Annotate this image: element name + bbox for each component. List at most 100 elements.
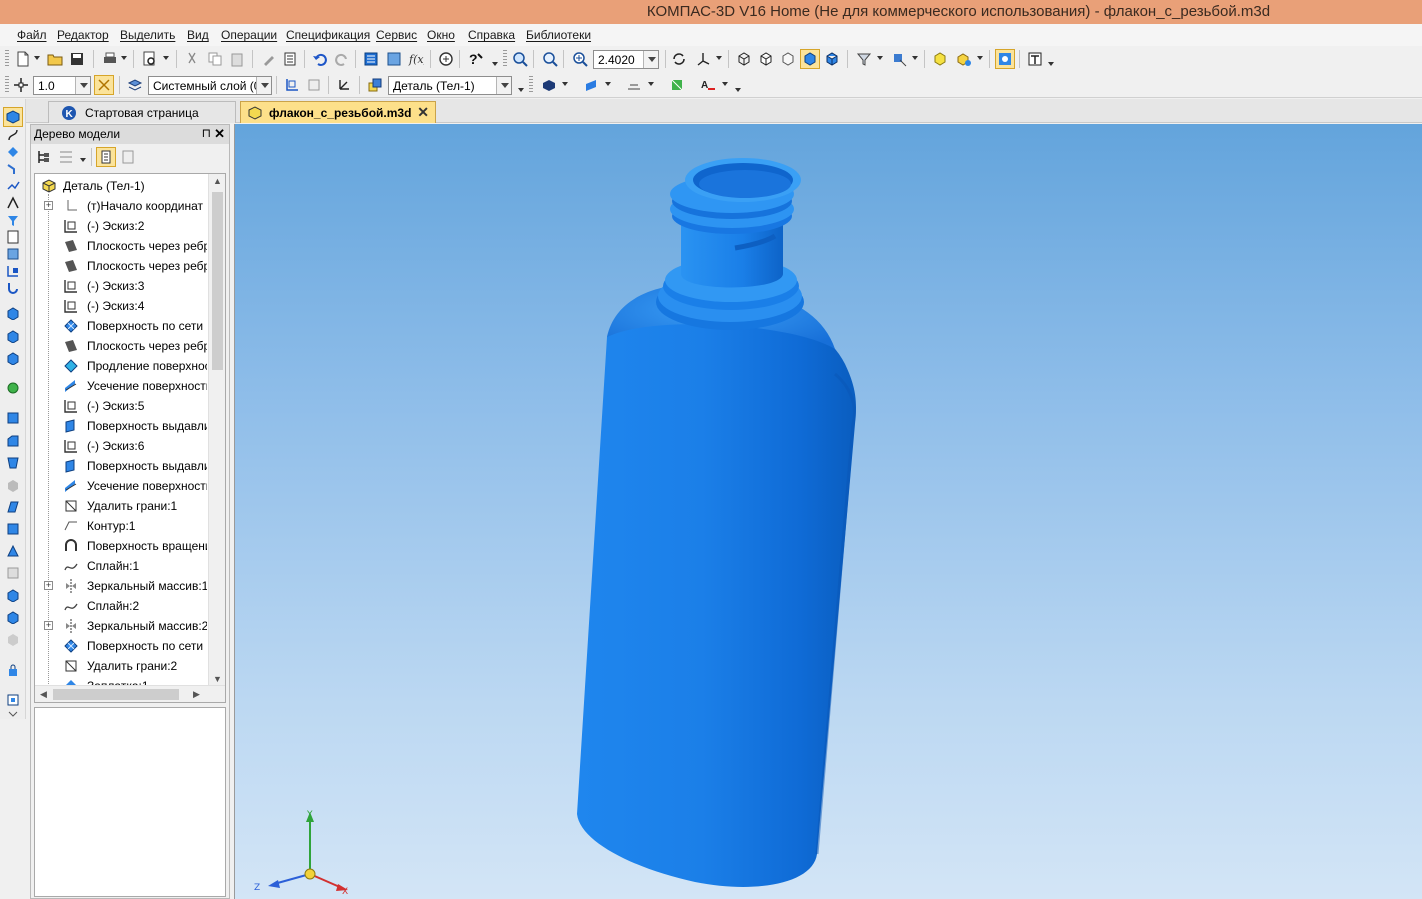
expand-icon[interactable]: +	[44, 581, 53, 590]
tree-item[interactable]: Поверхность по сети кривых	[35, 636, 207, 656]
tree-item[interactable]: Поверхность выдавливания	[35, 456, 207, 476]
snap-icon[interactable]	[890, 50, 908, 68]
edit-in-place-icon[interactable]	[305, 76, 323, 94]
tree-filter-icon[interactable]	[57, 148, 75, 166]
tree-item[interactable]: Поверхность выдавливания	[35, 416, 207, 436]
print-icon[interactable]	[101, 50, 119, 68]
undo-icon[interactable]	[311, 50, 329, 68]
properties-icon[interactable]	[281, 50, 299, 68]
measure-icon[interactable]	[4, 211, 22, 229]
properties-list-icon[interactable]	[625, 76, 643, 94]
step-field[interactable]: 1.0	[33, 76, 91, 95]
tree-list-icon[interactable]	[96, 147, 116, 167]
menu-help[interactable]: Справка	[468, 28, 515, 42]
tree-structure-icon[interactable]	[34, 148, 52, 166]
close-icon[interactable]: ✕	[214, 126, 225, 142]
menu-operations[interactable]: Операции	[221, 28, 277, 42]
pin-icon[interactable]: ⊓	[202, 126, 211, 140]
rotate-icon[interactable]	[670, 50, 688, 68]
chevron-down-icon[interactable]	[256, 77, 271, 94]
tree-item[interactable]: (-) Эскиз:6	[35, 436, 207, 456]
lock-icon[interactable]	[4, 661, 22, 679]
more-arrow-icon[interactable]	[4, 711, 22, 719]
bend-icon[interactable]	[4, 279, 22, 297]
model-viewport[interactable]: Y X Z	[234, 124, 1422, 899]
tree-item[interactable]: (-) Эскиз:4	[35, 296, 207, 316]
tab-start-page[interactable]: K Стартовая страница	[48, 101, 236, 123]
tree-item[interactable]: Контур:1	[35, 516, 207, 536]
mcc-icon[interactable]	[668, 76, 686, 94]
grid-snap-icon[interactable]	[94, 75, 114, 95]
material-icon[interactable]	[583, 76, 601, 94]
boolean-icon[interactable]	[4, 586, 22, 604]
tree-item[interactable]: Усечение поверхности	[35, 476, 207, 496]
edit-details-icon[interactable]	[3, 107, 23, 127]
scroll-down-icon[interactable]: ▼	[213, 674, 222, 684]
zoom-icon[interactable]	[571, 50, 589, 68]
view-manager-icon[interactable]	[995, 49, 1015, 69]
filter-icon[interactable]	[855, 50, 873, 68]
orientation-icon[interactable]	[694, 50, 712, 68]
tree-item[interactable]: + (т)Начало координат	[35, 196, 207, 216]
print-preview-icon[interactable]	[141, 50, 159, 68]
revolve-icon[interactable]	[4, 327, 22, 345]
tree-item[interactable]: Поверхность вращения	[35, 536, 207, 556]
local-cs-icon[interactable]	[335, 76, 353, 94]
tree-horizontal-scrollbar[interactable]: ◀ ▶	[35, 685, 225, 702]
hidden-lines-icon[interactable]	[757, 50, 775, 68]
hole-icon[interactable]	[4, 454, 22, 472]
libraries-icon[interactable]	[437, 50, 455, 68]
cut-icon[interactable]	[183, 50, 201, 68]
sheet-metal-icon[interactable]	[4, 194, 22, 212]
thread-icon[interactable]	[4, 564, 22, 582]
sketch-mode-icon[interactable]	[283, 76, 301, 94]
settings-icon[interactable]	[1026, 50, 1044, 68]
surfaces-icon[interactable]	[4, 143, 22, 161]
designation-icon[interactable]: A	[699, 76, 717, 94]
scroll-right-icon[interactable]: ▶	[193, 689, 200, 700]
toolbar-grip[interactable]	[529, 76, 533, 94]
loft-icon[interactable]	[4, 379, 22, 397]
tab-document[interactable]: флакон_с_резьбой.m3d ✕	[240, 101, 436, 123]
shaded-edges-icon[interactable]	[823, 50, 841, 68]
scale-icon[interactable]	[4, 630, 22, 648]
tree-item[interactable]: (-) Эскиз:5	[35, 396, 207, 416]
menu-view[interactable]: Вид	[187, 28, 209, 42]
shaded-icon[interactable]	[800, 49, 820, 69]
layer-select[interactable]: Системный слой (0)	[148, 76, 272, 95]
tree-item[interactable]: Удалить грани:2	[35, 656, 207, 676]
auxiliary-geometry-icon[interactable]	[4, 177, 22, 195]
split-icon[interactable]	[4, 608, 22, 626]
shell-icon[interactable]	[4, 498, 22, 516]
rib-icon[interactable]	[4, 476, 22, 494]
tree-vertical-scrollbar[interactable]: ▲ ▼	[208, 174, 225, 686]
thin-hidden-lines-icon[interactable]	[779, 50, 797, 68]
wireframe-icon[interactable]	[735, 50, 753, 68]
menu-file[interactable]: Файл	[17, 28, 47, 42]
toolbar-grip[interactable]	[5, 76, 9, 94]
format-painter-icon[interactable]	[260, 50, 278, 68]
tree-properties-icon[interactable]	[119, 148, 137, 166]
scroll-up-icon[interactable]: ▲	[213, 176, 222, 186]
specification-icon[interactable]	[4, 228, 22, 246]
tree-item[interactable]: + Зеркальный массив:1	[35, 576, 207, 596]
chamfer-icon[interactable]	[4, 432, 22, 450]
step-cursor-icon[interactable]	[12, 76, 30, 94]
chevron-down-icon[interactable]	[643, 51, 658, 68]
part-icon[interactable]	[931, 50, 949, 68]
elements-icon[interactable]	[4, 262, 22, 280]
kinematic-icon[interactable]	[4, 349, 22, 367]
expand-icon[interactable]: +	[44, 621, 53, 630]
open-folder-icon[interactable]	[46, 50, 64, 68]
zoom-level-field[interactable]: 2.4020	[593, 50, 659, 69]
scroll-left-icon[interactable]: ◀	[40, 689, 47, 700]
tree-item[interactable]: Удалить грани:1	[35, 496, 207, 516]
chevron-down-icon[interactable]	[75, 77, 90, 94]
tree-root-item[interactable]: Деталь (Тел-1)	[35, 176, 207, 196]
tree-item[interactable]: Сплайн:1	[35, 556, 207, 576]
scroll-thumb[interactable]	[53, 689, 179, 700]
extrude-icon[interactable]	[4, 304, 22, 322]
arrays-icon[interactable]	[4, 160, 22, 178]
color-icon[interactable]	[540, 76, 558, 94]
copy-icon[interactable]	[206, 50, 224, 68]
